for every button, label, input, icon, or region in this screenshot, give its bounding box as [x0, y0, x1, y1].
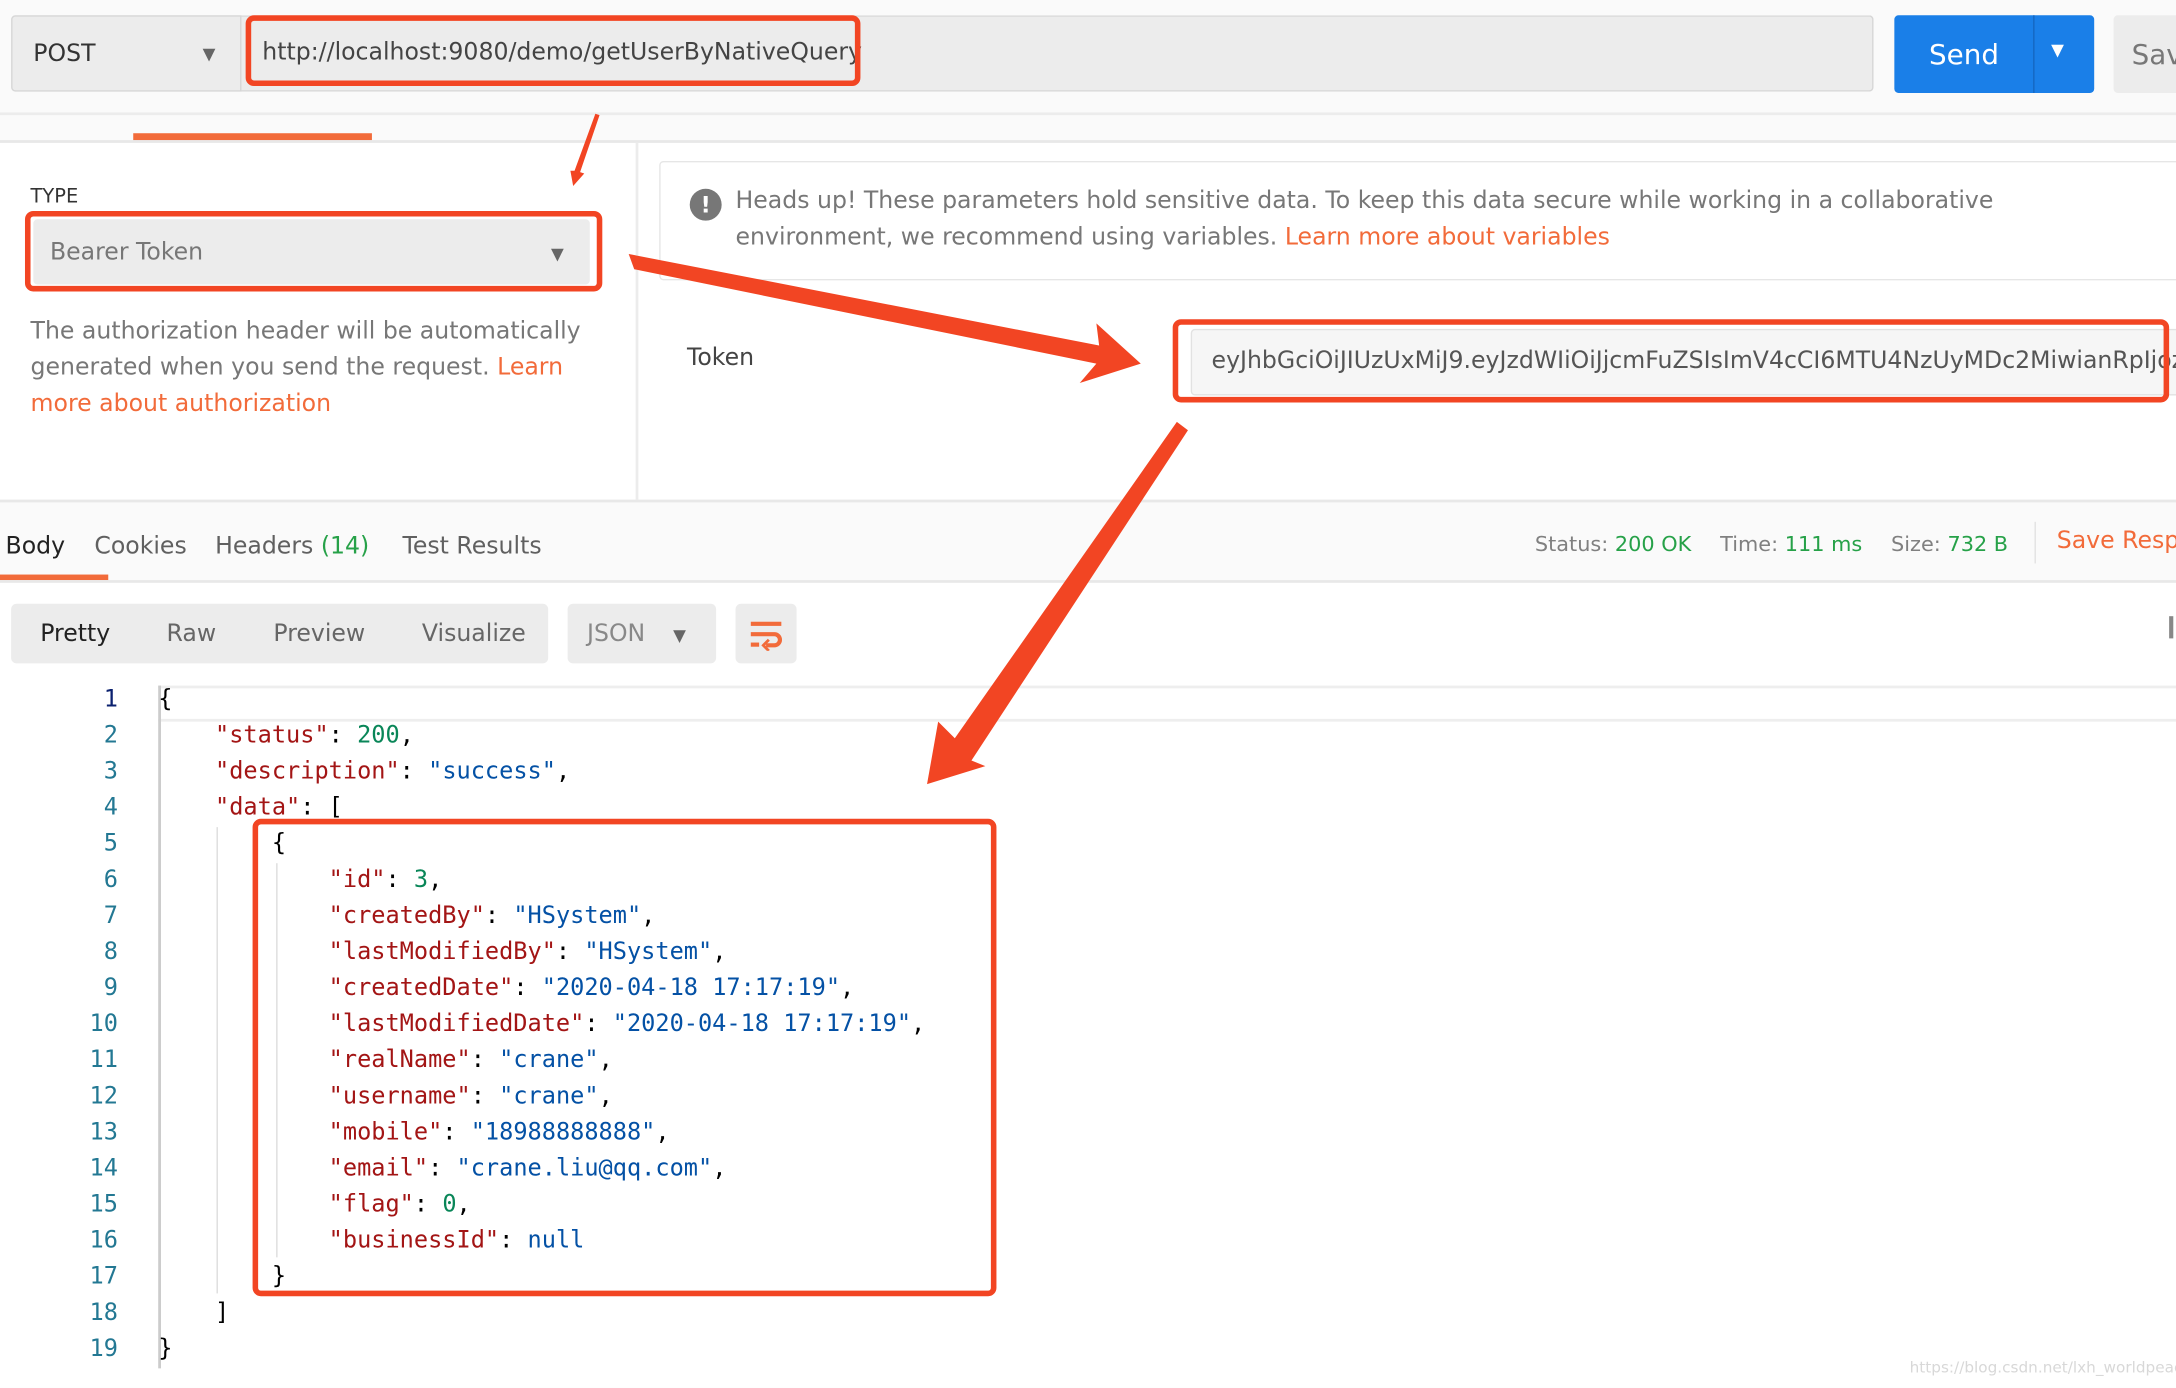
annotation-arrows	[570, 113, 1188, 785]
arrow-to-type	[570, 113, 600, 186]
arrow-to-body	[927, 421, 1188, 785]
watermark: https://blog.csdn.net/lxh_worldpeace	[1909, 1358, 2176, 1377]
postman-window: POST ▼ http://localhost:9080/demo/getUse…	[0, 0, 2176, 1388]
arrow-to-token	[628, 253, 1141, 384]
